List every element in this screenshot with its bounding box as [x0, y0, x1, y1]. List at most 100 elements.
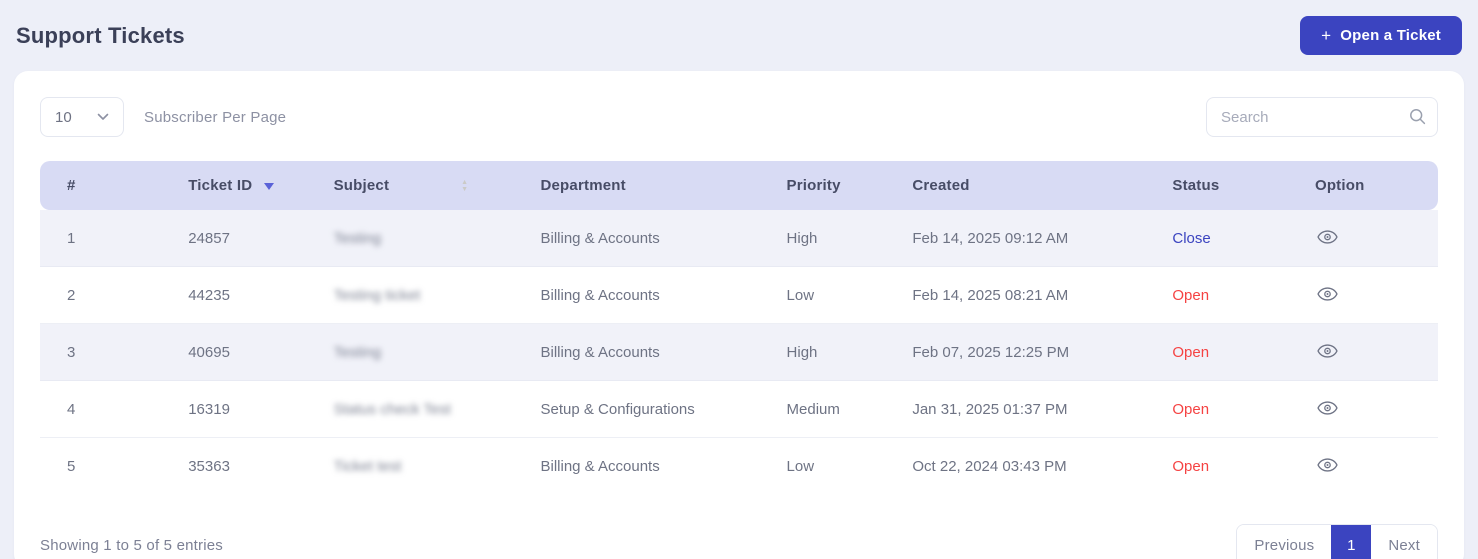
- cell-option: [1300, 381, 1438, 438]
- table-row[interactable]: 1 24857 Testing Billing & Accounts High …: [40, 210, 1438, 267]
- chevron-down-icon: [97, 113, 109, 121]
- column-header[interactable]: Priority: [772, 161, 899, 210]
- status-link[interactable]: Open: [1172, 287, 1209, 304]
- status-link[interactable]: Open: [1172, 344, 1209, 361]
- table-body: 1 24857 Testing Billing & Accounts High …: [40, 210, 1438, 494]
- column-label: Status: [1172, 177, 1220, 194]
- status-link[interactable]: Open: [1172, 401, 1209, 418]
- cell-department: Billing & Accounts: [526, 324, 773, 381]
- eye-icon: [1317, 287, 1338, 301]
- cell-option: [1300, 267, 1438, 324]
- view-ticket-button[interactable]: [1315, 228, 1340, 246]
- table-row[interactable]: 3 40695 Testing Billing & Accounts High …: [40, 324, 1438, 381]
- cell-index: 1: [40, 210, 175, 267]
- next-page-button[interactable]: Next: [1371, 525, 1437, 559]
- search-icon[interactable]: [1409, 108, 1426, 125]
- cell-subject: Testing: [319, 324, 527, 381]
- cell-subject: Testing ticket: [319, 267, 527, 324]
- per-page-label: Subscriber Per Page: [144, 108, 287, 126]
- cell-option: [1300, 324, 1438, 381]
- cell-subject: Testing: [319, 210, 527, 267]
- cell-option: [1300, 438, 1438, 494]
- cell-ticket-id: 35363: [174, 438, 320, 494]
- cell-subject: Ticket test: [319, 438, 527, 494]
- tickets-table: # Ticket ID Subject ▲ ▼ Department Priority Cre…: [40, 161, 1438, 494]
- table-row[interactable]: 5 35363 Ticket test Billing & Accounts L…: [40, 438, 1438, 494]
- eye-icon: [1317, 458, 1338, 472]
- cell-index: 2: [40, 267, 175, 324]
- topbar: Support Tickets + Open a Ticket: [16, 16, 1462, 55]
- pagination: Previous 1 Next: [1236, 524, 1438, 559]
- cell-status: Open: [1158, 438, 1301, 494]
- cell-priority: Low: [772, 438, 899, 494]
- column-header[interactable]: Status: [1158, 161, 1301, 210]
- cell-index: 5: [40, 438, 175, 494]
- cell-priority: Low: [772, 267, 899, 324]
- cell-created: Feb 14, 2025 09:12 AM: [898, 210, 1159, 267]
- table-row[interactable]: 2 44235 Testing ticket Billing & Account…: [40, 267, 1438, 324]
- table-header-row: # Ticket ID Subject ▲ ▼ Department Priority Cre…: [40, 161, 1438, 210]
- view-ticket-button[interactable]: [1315, 285, 1340, 303]
- column-label: Created: [912, 177, 970, 194]
- cell-priority: Medium: [772, 381, 899, 438]
- cell-index: 3: [40, 324, 175, 381]
- sort-icon-slot: [252, 177, 275, 194]
- column-label: Subject: [333, 177, 390, 194]
- table-row[interactable]: 4 16319 Status check Test Setup & Config…: [40, 381, 1438, 438]
- cell-status: Open: [1158, 381, 1301, 438]
- column-label: Priority: [786, 177, 841, 194]
- column-header[interactable]: Created: [898, 161, 1159, 210]
- column-header[interactable]: Subject ▲ ▼: [319, 161, 527, 210]
- column-header[interactable]: Ticket ID: [174, 161, 320, 210]
- status-link[interactable]: Close: [1172, 230, 1210, 247]
- table-footer: Showing 1 to 5 of 5 entries Previous 1 N…: [40, 524, 1438, 559]
- cell-created: Feb 14, 2025 08:21 AM: [898, 267, 1159, 324]
- cell-department: Billing & Accounts: [526, 210, 773, 267]
- cell-priority: High: [772, 210, 899, 267]
- cell-created: Jan 31, 2025 01:37 PM: [898, 381, 1159, 438]
- current-page-button[interactable]: 1: [1331, 525, 1372, 559]
- cell-status: Close: [1158, 210, 1301, 267]
- open-ticket-button-label: Open a Ticket: [1340, 27, 1441, 44]
- sort-icon-slot: ▲ ▼: [389, 177, 468, 194]
- showing-entries-text: Showing 1 to 5 of 5 entries: [40, 536, 224, 554]
- column-header[interactable]: Option: [1300, 161, 1438, 210]
- view-ticket-button[interactable]: [1315, 399, 1340, 417]
- view-ticket-button[interactable]: [1315, 342, 1340, 360]
- cell-department: Billing & Accounts: [526, 438, 773, 494]
- tickets-card: 10 Subscriber Per Page # Ticket ID Subject…: [14, 71, 1464, 559]
- cell-department: Setup & Configurations: [526, 381, 773, 438]
- cell-department: Billing & Accounts: [526, 267, 773, 324]
- column-header[interactable]: #: [40, 161, 175, 210]
- view-ticket-button[interactable]: [1315, 456, 1340, 474]
- per-page-value: 10: [55, 108, 72, 126]
- open-ticket-button[interactable]: + Open a Ticket: [1300, 16, 1462, 55]
- cell-status: Open: [1158, 324, 1301, 381]
- cell-option: [1300, 210, 1438, 267]
- table-controls: 10 Subscriber Per Page: [40, 97, 1438, 137]
- cell-index: 4: [40, 381, 175, 438]
- column-label: #: [67, 177, 76, 194]
- plus-icon: +: [1321, 26, 1332, 45]
- search-input[interactable]: [1206, 97, 1438, 137]
- cell-priority: High: [772, 324, 899, 381]
- eye-icon: [1317, 344, 1338, 358]
- column-label: Department: [540, 177, 626, 194]
- per-page-select[interactable]: 10: [40, 97, 124, 137]
- eye-icon: [1317, 230, 1338, 244]
- search-container: [1206, 97, 1438, 137]
- cell-ticket-id: 44235: [174, 267, 320, 324]
- eye-icon: [1317, 401, 1338, 415]
- sort-updown-icon[interactable]: ▲ ▼: [461, 179, 468, 193]
- previous-page-button[interactable]: Previous: [1237, 525, 1332, 559]
- column-label: Ticket ID: [188, 177, 253, 194]
- cell-status: Open: [1158, 267, 1301, 324]
- column-header[interactable]: Department: [526, 161, 773, 210]
- cell-ticket-id: 40695: [174, 324, 320, 381]
- sort-desc-icon[interactable]: [264, 182, 275, 190]
- page-title: Support Tickets: [16, 22, 185, 48]
- column-label: Option: [1314, 177, 1365, 194]
- status-link[interactable]: Open: [1172, 458, 1209, 475]
- cell-created: Oct 22, 2024 03:43 PM: [898, 438, 1159, 494]
- cell-ticket-id: 24857: [174, 210, 320, 267]
